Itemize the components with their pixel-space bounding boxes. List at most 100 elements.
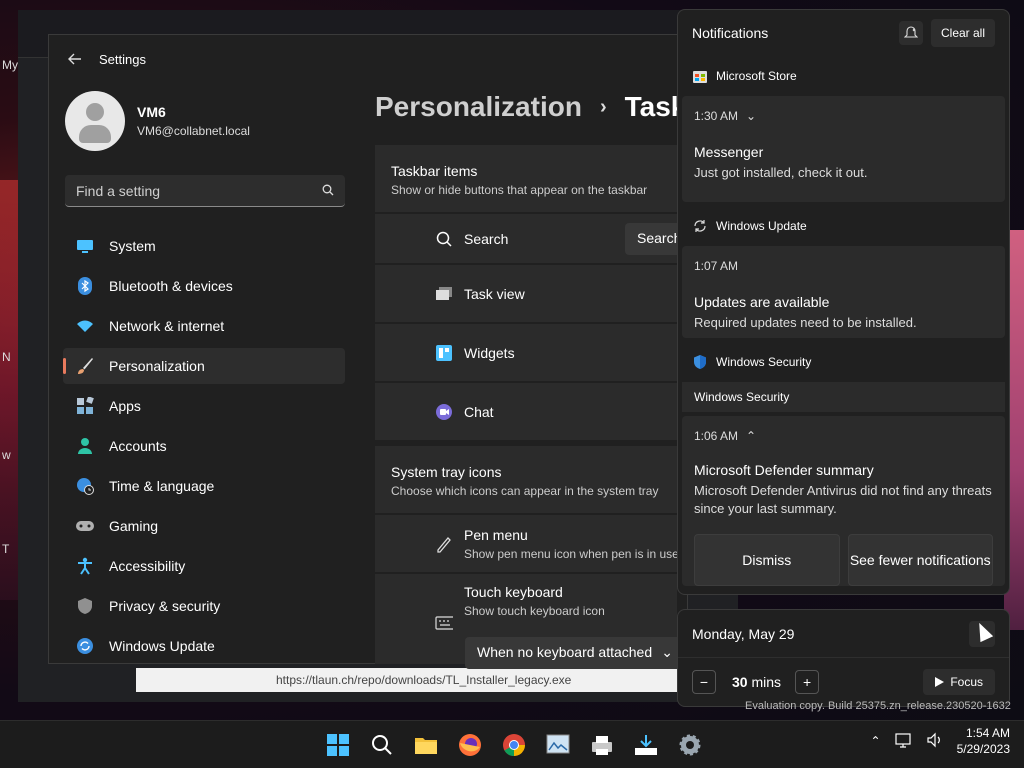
system-tray-icons-header[interactable]: System tray icons Choose which icons can… [375,446,677,513]
notification-app-header[interactable]: Windows Update [678,206,1009,246]
avatar[interactable] [65,91,125,151]
sidebar-item-windows-update[interactable]: Windows Update [63,628,345,663]
row-label: Touch keyboard [464,584,563,600]
section-title: System tray icons [391,464,502,480]
taskbar-items-header[interactable]: Taskbar items Show or hide buttons that … [375,145,695,212]
breadcrumb-parent[interactable]: Personalization [375,91,582,123]
volume-icon[interactable] [927,732,943,751]
globe-clock-icon [75,476,95,496]
find-setting-input[interactable]: Find a setting [65,175,345,207]
windows-security-shield-icon [692,354,708,370]
sidebar-item-label: Accounts [109,438,167,454]
sidebar-item-network[interactable]: Network & internet [63,308,345,344]
sidebar-item-gaming[interactable]: Gaming [63,508,345,544]
refresh-icon [692,218,708,234]
back-arrow-icon[interactable] [65,49,85,69]
sidebar-item-personalization[interactable]: Personalization [63,348,345,384]
calendar-flyout: Monday, May 29 − 30 mins + Focus [677,609,1010,707]
notification-title: Messenger [694,144,764,160]
status-url: https://tlaun.ch/repo/downloads/TL_Insta… [276,673,572,687]
breadcrumb: Personalization › Taskbar [375,91,687,123]
row-sublabel: Show pen menu icon when pen is in use [464,547,679,561]
notification-app-header[interactable]: Windows Security [678,342,1009,382]
settings-nav: System Bluetooth & devices Network & int… [63,228,345,663]
sidebar-item-label: Bluetooth & devices [109,278,233,294]
printer-icon[interactable] [586,729,618,761]
apps-icon [75,396,95,416]
desktop-label: N [2,350,11,364]
installer-download-icon[interactable] [630,729,662,761]
chevron-up-icon[interactable]: ⌃ [871,734,881,748]
clock-time: 1:54 AM [965,726,1010,740]
focus-minutes-value: 30 [732,674,748,690]
start-windows-icon[interactable] [322,729,354,761]
firefox-icon[interactable] [454,729,486,761]
user-profile[interactable]: VM6 VM6@collabnet.local [65,91,250,151]
taskbar-item-task-view[interactable]: Task view [375,265,677,322]
sidebar-item-label: Apps [109,398,141,414]
focus-button[interactable]: Focus [923,669,995,695]
chevron-right-icon: › [599,95,607,118]
sidebar-item-label: Gaming [109,518,159,534]
chat-icon [435,403,453,421]
sidebar-item-apps[interactable]: Apps [63,388,345,424]
sidebar-item-label: Network & internet [109,318,225,334]
plus-icon[interactable]: + [795,670,820,694]
row-label: Pen menu [464,527,528,543]
widgets-icon [435,344,453,362]
clear-all-button[interactable]: Clear all [930,19,995,47]
brush-icon [75,356,95,376]
task-view-icon [435,285,453,303]
sidebar-item-time-language[interactable]: Time & language [63,468,345,504]
search-icon[interactable] [366,729,398,761]
sidebar-item-label: Accessibility [109,558,186,574]
minus-icon[interactable]: − [692,670,716,694]
desktop-label: w [2,448,11,462]
sidebar-item-label: System [109,238,156,254]
chrome-icon[interactable] [498,729,530,761]
settings-titlebar: Settings [49,35,687,83]
notification-app-header[interactable]: Microsoft Store [678,56,1009,96]
taskbar-clock[interactable]: 1:54 AM 5/29/2023 [957,725,1010,757]
sidebar-item-system[interactable]: System [63,228,345,264]
focus-duration: 30 mins [732,674,781,690]
browser-status-bar: https://tlaun.ch/repo/downloads/TL_Insta… [136,668,696,692]
chevron-up-icon[interactable]: ⌃ [746,429,756,443]
touch-keyboard-dropdown[interactable]: When no keyboard attached ⌄ [465,637,685,669]
sidebar-item-label: Privacy & security [109,598,221,614]
notification-card[interactable]: 1:07 AM Updates are available Required u… [682,246,1005,338]
taskbar-item-chat[interactable]: Chat [375,383,677,440]
taskbar: ⌃ 1:54 AM 5/29/2023 [0,720,1024,768]
notification-card[interactable]: 1:30 AM ⌄ Messenger Just got installed, c… [682,96,1005,202]
notification-header: Notifications Clear all [678,10,1009,56]
section-subtitle: Show or hide buttons that appear on the … [391,183,648,197]
focus-button-label: Focus [950,675,983,689]
dismiss-button[interactable]: Dismiss [694,534,840,586]
evaluation-watermark: Evaluation copy. Build 25375.zn_release.… [745,700,1011,712]
person-icon [75,436,95,456]
sidebar-item-bluetooth[interactable]: Bluetooth & devices [63,268,345,304]
notification-body: Microsoft Defender Antivirus did not fin… [694,483,992,516]
do-not-disturb-icon[interactable] [898,21,923,45]
row-label: Task view [464,285,525,302]
network-icon[interactable] [895,732,913,751]
microsoft-store-icon [692,68,708,84]
notification-card[interactable]: 1:06 AM ⌃ Microsoft Defender summary Micr… [682,416,1005,586]
sidebar-item-accounts[interactable]: Accounts [63,428,345,464]
focus-unit: mins [751,674,782,690]
taskbar-item-widgets[interactable]: Widgets [375,324,677,381]
desktop-label: T [2,542,10,556]
calendar-header[interactable]: Monday, May 29 [678,610,1009,658]
notification-time: 1:06 AM [694,429,739,443]
sidebar-item-privacy[interactable]: Privacy & security [63,588,345,624]
sidebar-item-accessibility[interactable]: Accessibility [63,548,345,584]
see-fewer-notifications-button[interactable]: See fewer notifications [847,534,993,586]
bluetooth-icon [75,276,95,296]
photos-chart-icon[interactable] [542,729,574,761]
row-label: Search [464,230,509,247]
file-explorer-icon[interactable] [410,729,442,761]
tray-item-pen-menu[interactable]: Pen menu Show pen menu icon when pen is … [375,515,679,572]
chevron-down-icon[interactable]: ⌄ [746,109,756,123]
settings-gear-icon[interactable] [674,729,706,761]
taskbar-item-search[interactable]: Search Search [375,214,705,263]
